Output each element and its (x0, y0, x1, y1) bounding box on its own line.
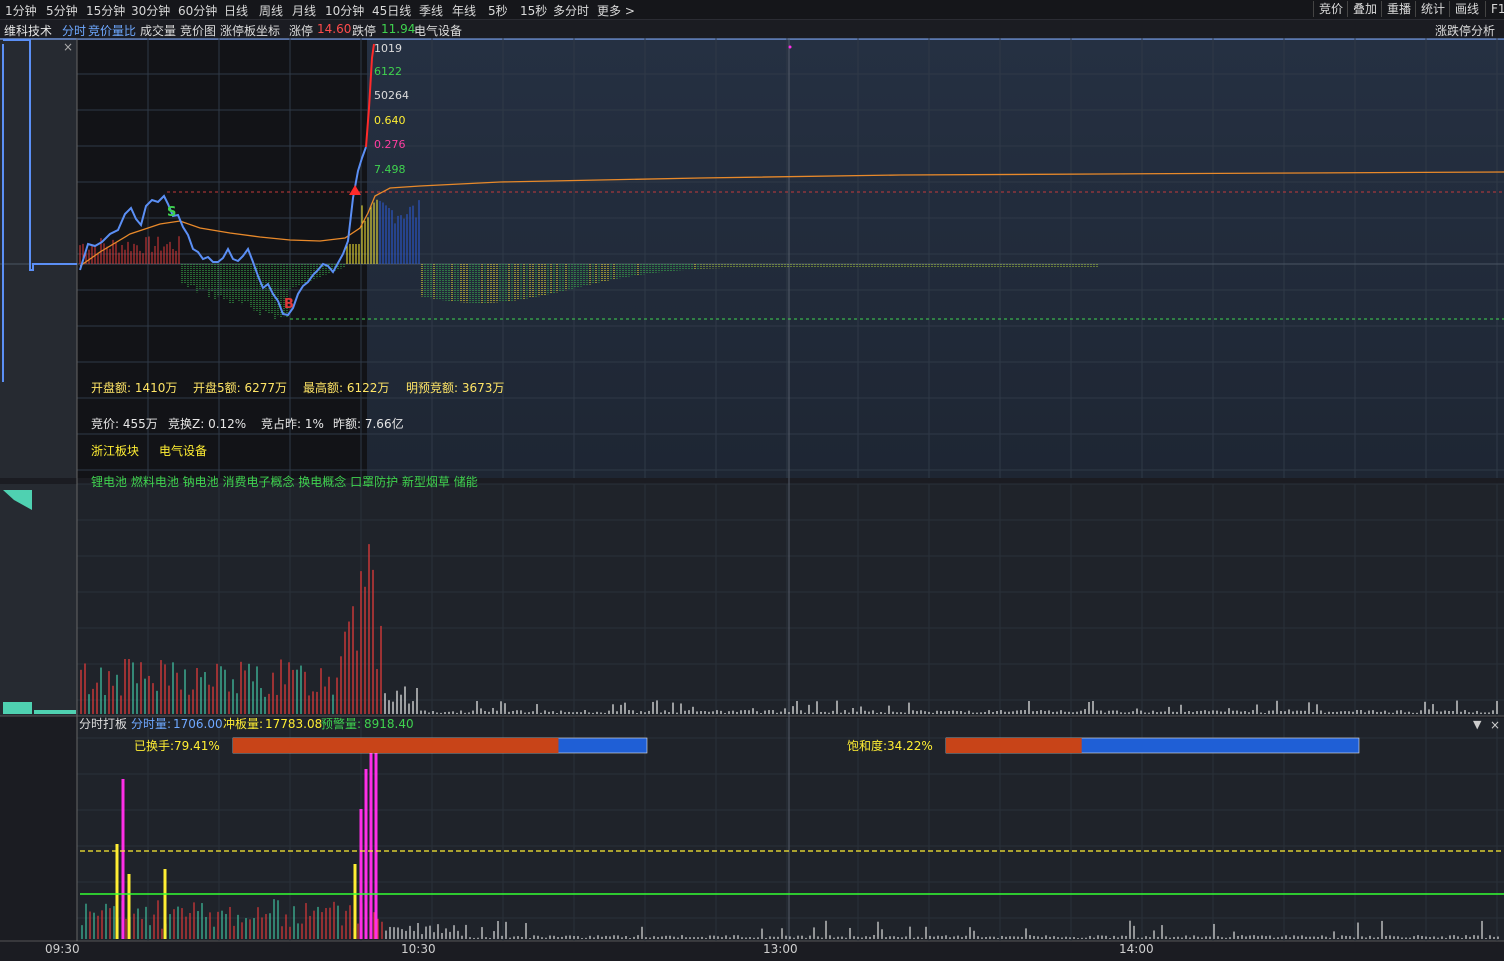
turnover-bar-fill (233, 738, 559, 753)
auction-volume-bg (0, 484, 77, 716)
right-value-5: 0.276 (374, 138, 406, 151)
period-15[interactable]: 更多 > (597, 2, 635, 19)
turnover-label: 已换手:79.41% (134, 739, 220, 753)
period-toolbar: 1分钟 5分钟 15分钟 30分钟 60分钟 日线 周线 月线 10分钟 45日线 季线 年线 5秒 15… (0, 0, 1504, 20)
block-zhejiang[interactable]: 浙江板块 (91, 444, 139, 458)
auction-vol-3 (34, 710, 76, 714)
time-label-1300: 13:00 (763, 942, 798, 956)
period-6[interactable]: 周线 (259, 2, 283, 19)
period-4[interactable]: 60分钟 (178, 2, 217, 19)
time-label-1400: 14:00 (1119, 942, 1154, 956)
right-value-3: 50264 (374, 89, 409, 102)
saturation-label: 饱和度:34.22% (847, 738, 933, 753)
limit-vol-label: 冲板量: (223, 716, 263, 731)
toolbar-right-0[interactable]: 竞价 (1313, 1, 1348, 17)
period-11[interactable]: 年线 (452, 2, 476, 19)
tab-fenshi[interactable]: 分时 (62, 22, 86, 39)
stat-open-amount: 开盘额: 1410万 (91, 380, 177, 395)
vol-value: 1706.00 (173, 717, 223, 731)
limit-vol-value: 17783.08 (265, 717, 322, 731)
warn-vol-value: 8918.40 (364, 717, 414, 731)
chart-subheader: 维科技术 分时 竞价量比 成交量 竞价图 涨停板坐标 涨停 14.60 跌停 1… (0, 20, 1504, 38)
stock-name[interactable]: 维科技术 (4, 22, 52, 39)
right-value-1: 1019 (374, 42, 402, 55)
tab-auction-ratio[interactable]: 竞价量比 (88, 22, 136, 39)
period-9[interactable]: 45日线 (372, 2, 411, 19)
time-label-1030: 10:30 (401, 942, 436, 956)
stat-yesterday-amount: 昨额: 7.66亿 (333, 416, 404, 431)
period-0[interactable]: 1分钟 (5, 2, 37, 19)
indicator-title[interactable]: 分时打板 (79, 717, 127, 731)
period-12[interactable]: 5秒 (488, 2, 508, 19)
auction-vol-2 (3, 702, 32, 714)
right-value-2: 6122 (374, 65, 402, 78)
indicator-left-bg (0, 718, 77, 941)
warn-vol-label: 预警量: (321, 716, 361, 731)
toolbar-right-4[interactable]: 画线 (1449, 1, 1484, 17)
limit-down-label: 跌停 (352, 24, 377, 38)
sector-label: 电气设备 (414, 24, 463, 38)
period-3[interactable]: 30分钟 (131, 2, 170, 19)
vol-label: 分时量: (131, 717, 171, 731)
period-13[interactable]: 15秒 (520, 2, 547, 19)
stat-pre-auction: 明预竞额: 3673万 (406, 381, 504, 395)
tab-limit-axis[interactable]: 涨停板坐标 (220, 22, 280, 39)
limit-up-label: 涨停 (289, 24, 314, 38)
toolbar-right-3[interactable]: 统计 (1415, 1, 1450, 17)
stat-max-amount: 最高额: 6122万 (303, 380, 389, 395)
buy-marker: B (284, 297, 294, 312)
intraday-chart[interactable]: × 1019 6122 50264 0.640 0.276 7.498 S B … (0, 38, 1504, 961)
period-5[interactable]: 日线 (224, 2, 248, 19)
toolbar-right-1[interactable]: 叠加 (1347, 1, 1382, 17)
limit-dot (788, 45, 792, 49)
stat-open5-amount: 开盘5额: 6277万 (193, 380, 287, 395)
sell-marker: S (167, 205, 176, 220)
stat-auction: 竞价: 455万 (91, 417, 158, 431)
period-14[interactable]: 多分时 (553, 2, 589, 19)
saturation-bar-fill (946, 738, 1082, 753)
block-electrical[interactable]: 电气设备 (159, 443, 207, 458)
right-value-6: 7.498 (374, 163, 406, 176)
volume-panel-bg (77, 484, 1504, 716)
limit-up-value: 14.60 (317, 22, 352, 36)
call-auction-bg (0, 38, 77, 478)
period-2[interactable]: 15分钟 (86, 2, 125, 19)
right-value-4: 0.640 (374, 114, 406, 127)
toolbar-right-5[interactable]: F1 (1485, 1, 1504, 17)
stat-auction-ratio: 竞占昨: 1% (261, 416, 324, 431)
concept-list[interactable]: 锂电池 燃料电池 钠电池 消费电子概念 换电概念 口罩防护 新型烟草 储能 (91, 474, 478, 489)
close-panel-icon[interactable]: × (1490, 718, 1500, 732)
toolbar-right-2[interactable]: 重播 (1381, 1, 1416, 17)
close-icon[interactable]: × (63, 40, 73, 54)
tab-auction-chart[interactable]: 竞价图 (180, 22, 216, 39)
period-10[interactable]: 季线 (419, 2, 443, 19)
limit-analysis-button[interactable]: 涨跌停分析 (1435, 22, 1495, 39)
period-1[interactable]: 5分钟 (46, 2, 78, 19)
dropdown-icon[interactable]: ▼ (1473, 718, 1482, 731)
period-8[interactable]: 10分钟 (325, 2, 364, 19)
tab-volume[interactable]: 成交量 (140, 22, 176, 39)
stat-auction-turnover: 竞换Z: 0.12% (168, 417, 246, 431)
period-7[interactable]: 月线 (292, 2, 316, 19)
limit-down-value: 11.94 (381, 22, 416, 36)
time-label-0930: 09:30 (45, 942, 80, 956)
